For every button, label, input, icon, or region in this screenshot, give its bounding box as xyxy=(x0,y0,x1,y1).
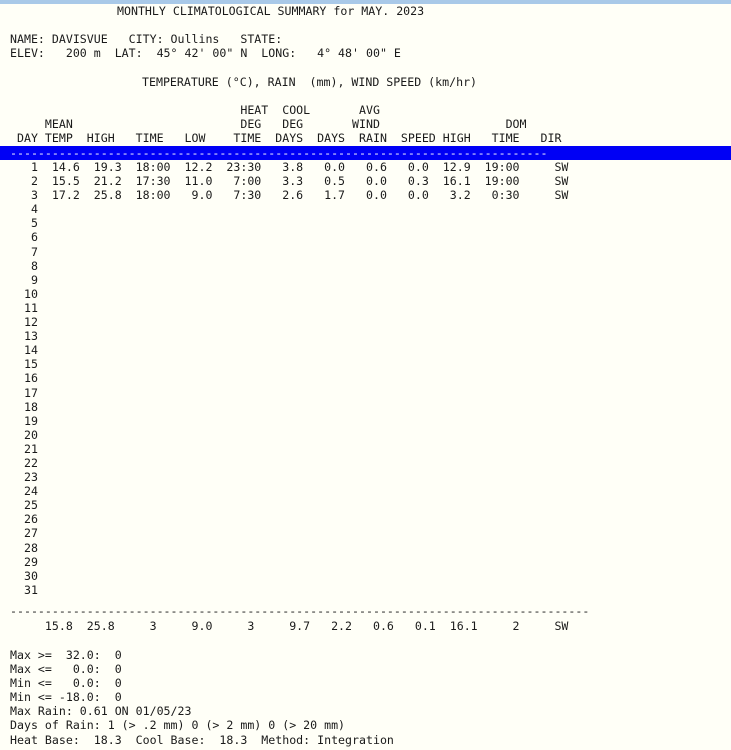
table-row[interactable]: 24 xyxy=(0,484,568,498)
separator-bottom-block: ----------------------------------------… xyxy=(0,604,589,618)
footer-stats-block: Max >= 32.0: 0 Max <= 0.0: 0 Min <= 0.0: 0… xyxy=(0,648,394,747)
column-header-block: HEAT COOL AVG MEAN DEG DEG WIND DOM DAY … xyxy=(0,103,561,145)
separator-top-selected[interactable]: ----------------------------------------… xyxy=(0,146,731,161)
footer-days-of-rain: Days of Rain: 1 (> .2 mm) 0 (> 2 mm) 0 (… xyxy=(10,718,346,733)
footer-max-rain: Max Rain: 0.61 ON 01/05/23 xyxy=(10,704,192,719)
footer-bases: Heat Base: 18.3 Cool Base: 18.3 Method: … xyxy=(10,732,394,747)
separator-bottom: ----------------------------------------… xyxy=(10,604,590,618)
table-row[interactable]: 8 xyxy=(0,259,568,273)
table-row[interactable]: 16 xyxy=(0,371,568,385)
station-elev-line: ELEV: 200 m LAT: 45° 42' 00" N LONG: 4° … xyxy=(10,46,401,61)
table-row[interactable]: 22 xyxy=(0,456,568,470)
table-row[interactable]: 12 xyxy=(0,315,568,329)
column-header-row-3: DAY TEMP HIGH TIME LOW TIME DAYS DAYS RA… xyxy=(10,131,562,146)
table-row[interactable]: 21 xyxy=(0,442,568,456)
table-row[interactable]: 31 xyxy=(0,583,568,597)
table-row[interactable]: 2 15.5 21.2 17:30 11.0 7:00 3.3 0.5 0.0 … xyxy=(0,174,568,188)
table-row[interactable]: 20 xyxy=(0,428,568,442)
footer-min-le: Min <= 0.0: 0 xyxy=(10,676,122,691)
table-row[interactable]: 28 xyxy=(0,541,568,555)
column-header-row-1: HEAT COOL AVG xyxy=(10,103,380,117)
footer-max-le: Max <= 0.0: 0 xyxy=(10,662,122,677)
units-line: TEMPERATURE (°C), RAIN (mm), WIND SPEED … xyxy=(142,75,478,89)
table-row[interactable]: 10 xyxy=(0,287,568,301)
table-row[interactable]: 13 xyxy=(0,329,568,343)
table-row[interactable]: 18 xyxy=(0,400,568,414)
totals-row-block: 15.8 25.8 3 9.0 3 9.7 2.2 0.6 0.1 16.1 2… xyxy=(0,619,569,633)
totals-row: 15.8 25.8 3 9.0 3 9.7 2.2 0.6 0.1 16.1 2… xyxy=(10,619,569,633)
climatological-summary-page: MONTHLY CLIMATOLOGICAL SUMMARY for MAY. … xyxy=(0,0,731,750)
table-row[interactable]: 15 xyxy=(0,357,568,371)
station-name-line: NAME: DAVISVUE CITY: Oullins STATE: xyxy=(10,32,283,46)
table-row[interactable]: 4 xyxy=(0,202,568,216)
table-row[interactable]: 26 xyxy=(0,512,568,526)
table-row[interactable]: 27 xyxy=(0,526,568,540)
table-row[interactable]: 5 xyxy=(0,216,568,230)
table-row[interactable]: 9 xyxy=(0,273,568,287)
table-row[interactable]: 3 17.2 25.8 18:00 9.0 7:30 2.6 1.7 0.0 0… xyxy=(0,188,568,202)
table-row[interactable]: 11 xyxy=(0,301,568,315)
table-row[interactable]: 30 xyxy=(0,569,568,583)
table-row[interactable]: 1 14.6 19.3 18:00 12.2 23:30 3.8 0.0 0.6… xyxy=(0,160,568,174)
report-title-block: MONTHLY CLIMATOLOGICAL SUMMARY for MAY. … xyxy=(0,4,424,18)
footer-min-le-18: Min <= -18.0: 0 xyxy=(10,690,122,705)
data-rows-block: 1 14.6 19.3 18:00 12.2 23:30 3.8 0.0 0.6… xyxy=(0,160,568,597)
table-row[interactable]: 17 xyxy=(0,386,568,400)
column-header-row-2: MEAN DEG DEG WIND DOM xyxy=(10,117,527,132)
report-title: MONTHLY CLIMATOLOGICAL SUMMARY for MAY. … xyxy=(117,4,425,18)
separator-top-block: ----------------------------------------… xyxy=(0,146,731,161)
units-line-block: TEMPERATURE (°C), RAIN (mm), WIND SPEED … xyxy=(0,75,477,89)
footer-max-ge: Max >= 32.0: 0 xyxy=(10,648,122,662)
table-row[interactable]: 7 xyxy=(0,245,568,259)
table-row[interactable]: 14 xyxy=(0,343,568,357)
table-row[interactable]: 23 xyxy=(0,470,568,484)
table-row[interactable]: 19 xyxy=(0,414,568,428)
station-info-block: NAME: DAVISVUE CITY: Oullins STATE: ELEV:… xyxy=(0,32,401,60)
table-row[interactable]: 29 xyxy=(0,555,568,569)
table-row[interactable]: 25 xyxy=(0,498,568,512)
table-row[interactable]: 6 xyxy=(0,230,568,244)
